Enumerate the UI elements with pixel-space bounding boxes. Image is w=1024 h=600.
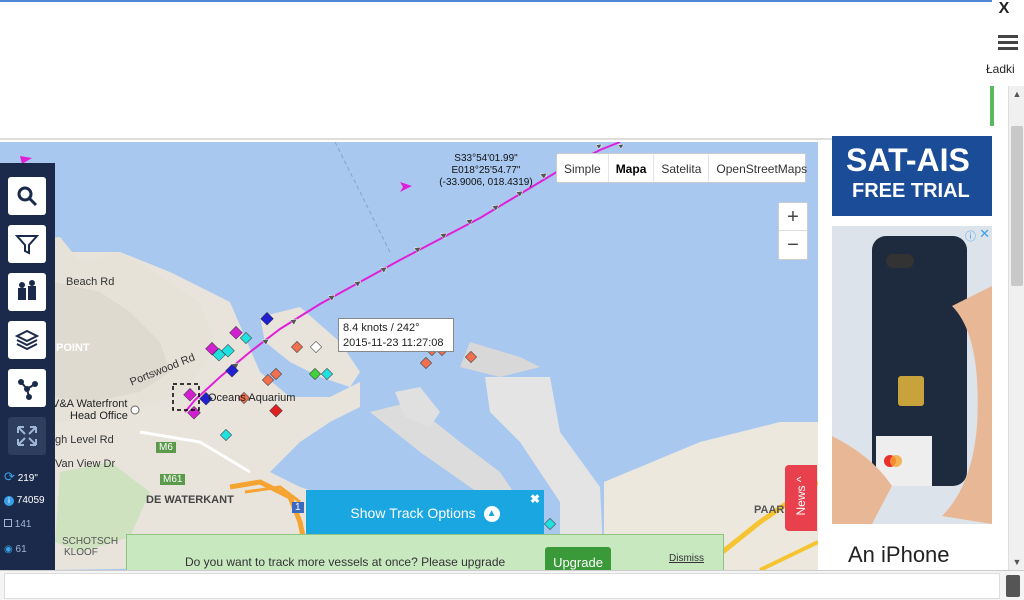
vertical-scrollbar[interactable]: ▲ ▼ [1008,86,1024,570]
square-icon [4,519,12,527]
search-icon [17,186,38,207]
bottom-scrollbar[interactable] [0,570,1024,600]
filter-icon [15,235,39,255]
map-type-satelita[interactable]: Satelita [654,154,710,182]
fleet-button[interactable] [8,273,46,311]
show-track-options-button[interactable]: Show Track Options ▲ ✖ [306,490,544,536]
eye-value: 61 [15,544,27,555]
scroll-down-icon[interactable]: ▼ [1009,554,1024,570]
close-icon[interactable]: X [992,0,1016,18]
map-type-mapa[interactable]: Mapa [609,154,655,182]
map-type-openstreetmaps[interactable]: OpenStreetMaps [709,154,814,182]
upgrade-notice: Do you want to track more vessels at onc… [126,534,724,575]
map-label-schotsch: SCHOTSCH [62,536,119,547]
ad-info-icon[interactable]: ⓘ [965,228,976,244]
fleet-icon [18,280,36,300]
eye-stat: ◉ 61 [4,544,27,555]
fullscreen-icon [17,426,37,446]
news-tab[interactable]: News ^ [785,465,817,531]
iphone-ad[interactable]: ⓘ ✕ An iPhone [832,226,992,570]
layers-button[interactable] [8,321,46,359]
road-badge-m6: M6 [156,442,176,453]
map-type-simple[interactable]: Simple [557,154,609,182]
news-label: News ^ [794,476,808,516]
vessel-tooltip: 8.4 knots / 242° 2015-11-23 11:27:08 [338,318,454,352]
chevron-up-icon: ▲ [483,506,500,523]
coordinates-readout: S33°54'01.99" E018°25'54.77" (-33.9006, … [436,153,536,189]
ad-phone-image [832,226,992,524]
info-icon: i [4,496,14,506]
map-label-waterkant: DE WATERKANT [146,494,234,506]
map-label-kloof: KLOOF [64,547,98,558]
eye-icon: ◉ [4,544,13,555]
tooltip-time: 2015-11-23 11:27:08 [343,337,444,349]
coord-lat: S33°54'01.99" [454,153,518,164]
upgrade-message: Do you want to track more vessels at onc… [185,555,506,569]
filter-button[interactable] [8,225,46,263]
network-icon [18,379,38,400]
menu-label: Ładki [986,62,1015,76]
map-label-head-office: Head Office [70,410,128,422]
zoom-in-button[interactable]: + [779,203,807,231]
dismiss-link[interactable]: Dismiss [669,553,704,564]
map-label-van-view: Van View Dr [55,458,116,470]
refresh-icon[interactable]: ⟳ [4,469,15,484]
ad-sat-sub: FREE TRIAL [852,180,970,202]
sat-ais-ad[interactable]: SAT-AIS FREE TRIAL [832,136,992,216]
top-banner [0,0,992,140]
zoom-control: + − [778,202,808,260]
bottom-scroll-track [4,573,1000,599]
map-label-beach-rd: Beach Rd [66,276,115,288]
tooltip-speed: 8.4 knots / 242° [343,322,420,334]
network-button[interactable] [8,369,46,407]
fullscreen-button[interactable] [8,417,46,455]
info-value: 74059 [16,495,45,506]
scroll-up-icon[interactable]: ▲ [1009,86,1024,102]
road-badge-m61: M61 [160,474,186,485]
map-label-paar: PAAR [754,504,785,516]
count-stat: 141 [4,519,31,530]
map-label-aquarium: Oceans Aquarium [208,392,296,404]
hamburger-menu-icon[interactable] [996,32,1020,54]
count-value: 141 [14,519,32,530]
green-strip [990,86,994,126]
track-options-label: Show Track Options [350,505,476,521]
map-tool-sidebar: ⟳ 219" i 74059 141 ◉ 61 [0,163,55,573]
close-track-options-icon[interactable]: ✖ [530,492,540,506]
map-label-high-level: gh Level Rd [55,434,114,446]
map-label-point: POINT [56,342,90,354]
info-stat: i 74059 [4,495,45,506]
coord-lon: E018°25'54.77" [451,165,521,176]
ad-iphone-text: An iPhone [848,542,950,567]
zoom-out-button[interactable]: − [779,231,807,259]
bottom-scroll-thumb[interactable] [1006,575,1020,597]
refresh-stat: ⟳ 219" [4,469,38,485]
ad-sat-title: SAT-AIS [846,142,970,178]
layers-icon [15,329,39,351]
road-badge-1: 1 [292,502,304,513]
top-border [0,0,992,2]
coord-decimal: (-33.9006, 018.4319) [439,177,533,188]
map-type-selector: Simple Mapa Satelita OpenStreetMaps [556,153,807,183]
scroll-thumb[interactable] [1011,126,1023,286]
ad-close-icon[interactable]: ✕ [979,226,990,242]
refresh-value: 219" [17,473,38,484]
phone-illustration [832,236,992,524]
map-label-waterfront: V&A Waterfront [52,398,128,410]
search-button[interactable] [8,177,46,215]
